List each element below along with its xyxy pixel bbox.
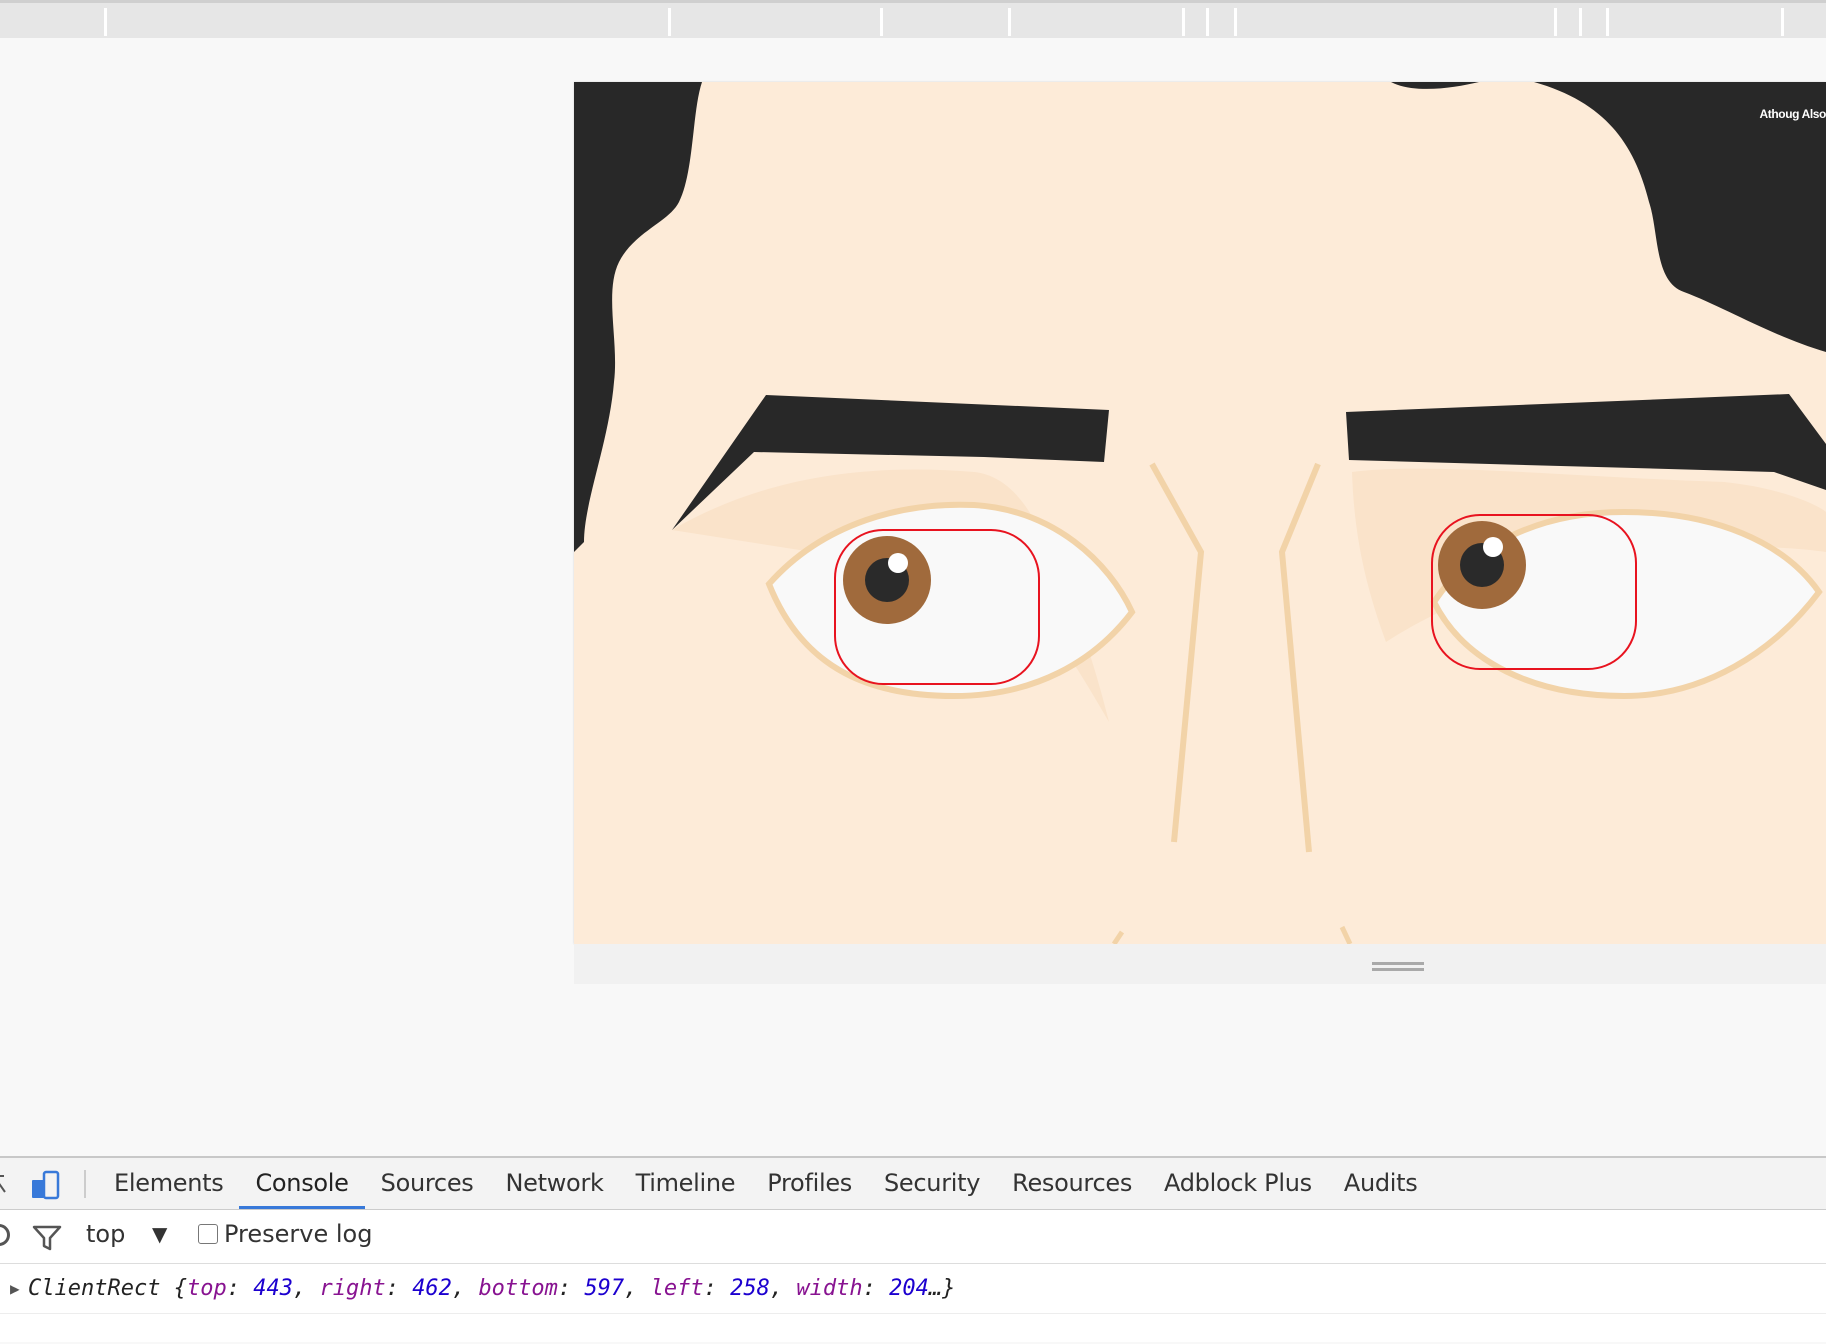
clear-console-icon[interactable] [0, 1224, 10, 1246]
ruler-tick [1206, 8, 1209, 36]
nostril-right [1339, 925, 1353, 944]
media-query-ruler[interactable] [0, 0, 1826, 38]
tab-profiles[interactable]: Profiles [751, 1158, 868, 1208]
prop-key: top [186, 1276, 227, 1301]
prop-key: left [650, 1276, 704, 1301]
ruler-tick [1182, 8, 1185, 36]
object-close: …} [928, 1276, 956, 1301]
ruler-tick [104, 8, 107, 36]
hair-right-main [1534, 82, 1826, 352]
left-catchlight [888, 553, 908, 573]
tab-network[interactable]: Network [490, 1158, 620, 1208]
right-catchlight [1483, 537, 1503, 557]
prop-value: 443 [253, 1276, 293, 1301]
hair-right [1391, 82, 1479, 89]
hair-left [574, 82, 702, 552]
prop-key: width [796, 1276, 863, 1301]
console-object-preview: ClientRect {top: 443, right: 462, bottom… [28, 1276, 956, 1301]
devtools-tabs: Elements Console Sources Network Timelin… [98, 1158, 1433, 1210]
ruler-tick [668, 8, 671, 36]
page-viewport[interactable]: Athoug Also [574, 82, 1826, 944]
tab-adblock-plus[interactable]: Adblock Plus [1148, 1158, 1328, 1208]
ruler-tick [880, 8, 883, 36]
resize-handle-icon[interactable] [1372, 962, 1424, 972]
prop-value: 597 [584, 1276, 625, 1301]
viewport-resize-bar[interactable] [574, 944, 1826, 984]
toolbar-separator [84, 1170, 86, 1198]
prop-value: 204 [889, 1276, 929, 1301]
tab-security[interactable]: Security [868, 1158, 996, 1208]
tab-timeline[interactable]: Timeline [620, 1158, 752, 1208]
tab-sources[interactable]: Sources [365, 1158, 490, 1208]
ruler-tick [1579, 8, 1582, 36]
ruler-tick [1781, 8, 1784, 36]
face-illustration [574, 82, 1826, 944]
ruler-tick [1008, 8, 1011, 36]
console-toolbar: top ▼ Preserve log [0, 1210, 1826, 1264]
console-message[interactable]: ▶ ClientRect {top: 443, right: 462, bott… [0, 1264, 1826, 1314]
nose-line-right [1278, 462, 1321, 853]
chevron-down-icon[interactable]: ▼ [152, 1222, 167, 1246]
nostril-left [1111, 930, 1125, 944]
device-mode-icon[interactable] [30, 1170, 62, 1200]
devtools-panel: Elements Console Sources Network Timelin… [0, 1156, 1826, 1342]
nose-line-left [1149, 462, 1205, 843]
expand-arrow-icon[interactable]: ▶ [10, 1264, 20, 1314]
object-type: ClientRect [28, 1276, 161, 1301]
filter-icon[interactable] [32, 1224, 62, 1252]
ruler-tick [1554, 8, 1557, 36]
tab-elements[interactable]: Elements [98, 1158, 239, 1208]
prop-value: 462 [412, 1276, 452, 1301]
preserve-log-label: Preserve log [224, 1220, 373, 1248]
preserve-log-checkbox[interactable] [198, 1224, 218, 1244]
prop-key: bottom [478, 1276, 558, 1301]
tab-audits[interactable]: Audits [1328, 1158, 1434, 1208]
open-brace: { [173, 1276, 187, 1301]
ruler-tick [1606, 8, 1609, 36]
devtools-tabbar: Elements Console Sources Network Timelin… [0, 1158, 1826, 1210]
ruler-tick [1234, 8, 1237, 36]
inspect-icon[interactable] [0, 1174, 6, 1194]
prop-key: right [319, 1276, 386, 1301]
tab-console[interactable]: Console [239, 1158, 365, 1209]
prop-value: 258 [730, 1276, 770, 1301]
context-selector[interactable]: top [86, 1220, 125, 1248]
preserve-log-toggle[interactable]: Preserve log [198, 1220, 372, 1248]
viewport-caption: Athoug Also [1759, 107, 1826, 121]
console-output: ▶ ClientRect {top: 443, right: 462, bott… [0, 1264, 1826, 1344]
tab-resources[interactable]: Resources [996, 1158, 1148, 1208]
